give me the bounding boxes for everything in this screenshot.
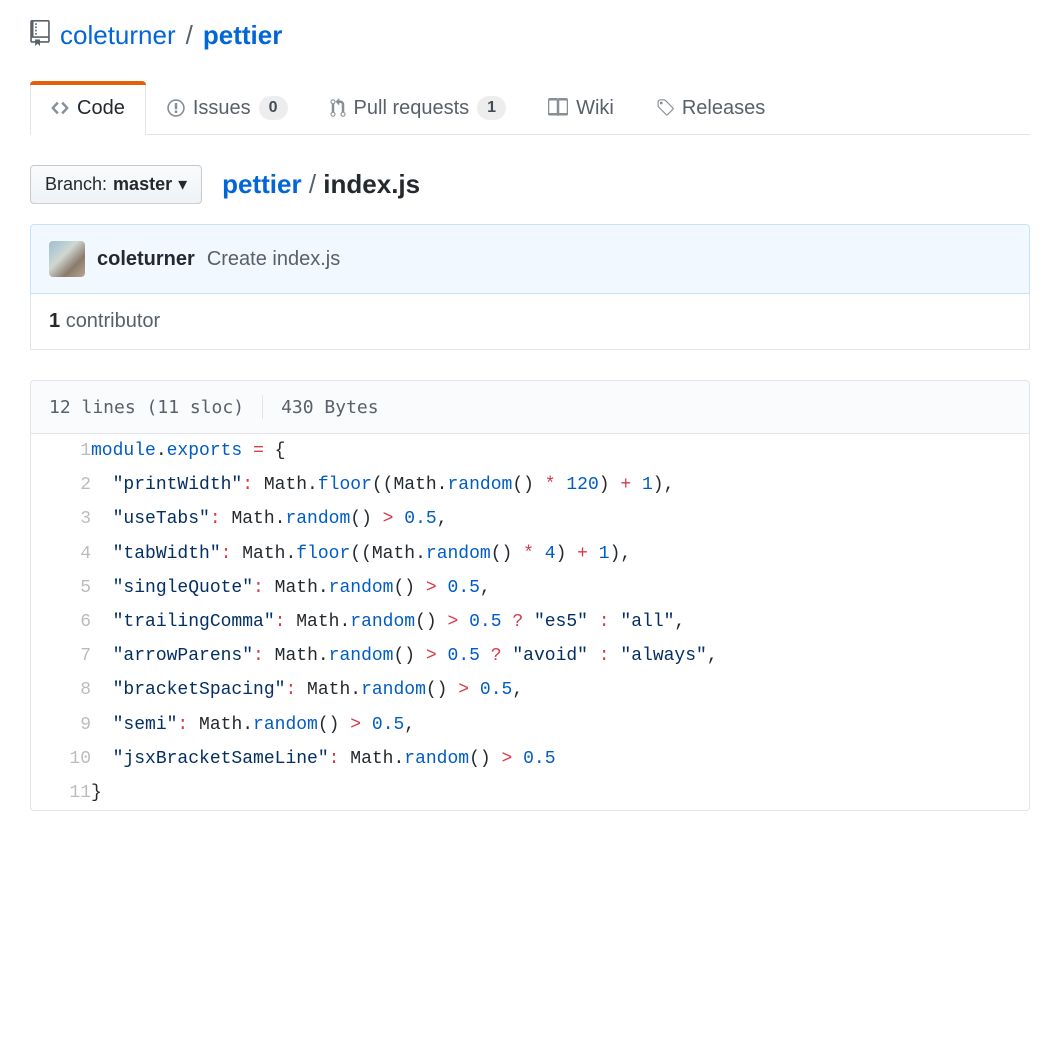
line-number[interactable]: 3 xyxy=(31,502,91,536)
line-content: "useTabs": Math.random() > 0.5, xyxy=(91,502,1029,536)
line-content: "printWidth": Math.floor((Math.random() … xyxy=(91,468,1029,502)
pulls-count: 1 xyxy=(477,96,506,120)
code-line: 5 "singleQuote": Math.random() > 0.5, xyxy=(31,571,1029,605)
line-number[interactable]: 4 xyxy=(31,537,91,571)
code-line: 6 "trailingComma": Math.random() > 0.5 ?… xyxy=(31,605,1029,639)
line-content: "bracketSpacing": Math.random() > 0.5, xyxy=(91,673,1029,707)
line-content: } xyxy=(91,776,1029,810)
tag-icon xyxy=(656,98,674,118)
contributors-count: 1 xyxy=(49,310,60,332)
line-content: module.exports = { xyxy=(91,434,1029,468)
commit-author-link[interactable]: coleturner xyxy=(97,248,195,271)
file-navigation: Branch: master ▾ pettier / index.js xyxy=(30,165,1030,204)
repo-header: coleturner / pettier xyxy=(30,20,1030,51)
repo-name-link[interactable]: pettier xyxy=(203,20,282,51)
code-line: 3 "useTabs": Math.random() > 0.5, xyxy=(31,502,1029,536)
branch-selector[interactable]: Branch: master ▾ xyxy=(30,165,202,204)
line-number[interactable]: 2 xyxy=(31,468,91,502)
tab-releases-label: Releases xyxy=(682,97,765,120)
line-content: "tabWidth": Math.floor((Math.random() * … xyxy=(91,537,1029,571)
line-number[interactable]: 8 xyxy=(31,673,91,707)
code-line: 2 "printWidth": Math.floor((Math.random(… xyxy=(31,468,1029,502)
issues-count: 0 xyxy=(259,96,288,120)
tab-pulls-label: Pull requests xyxy=(354,97,470,120)
file-lines: 12 lines (11 sloc) xyxy=(49,397,244,418)
line-content: "jsxBracketSameLine": Math.random() > 0.… xyxy=(91,742,1029,776)
branch-prefix: Branch: xyxy=(45,174,107,195)
tab-issues[interactable]: Issues 0 xyxy=(146,81,309,134)
line-content: "singleQuote": Math.random() > 0.5, xyxy=(91,571,1029,605)
line-content: "trailingComma": Math.random() > 0.5 ? "… xyxy=(91,605,1029,639)
wiki-icon xyxy=(548,98,568,118)
breadcrumb: pettier / index.js xyxy=(222,169,420,200)
file-header: 12 lines (11 sloc) 430 Bytes xyxy=(31,381,1029,434)
divider xyxy=(262,395,263,419)
tab-issues-label: Issues xyxy=(193,97,251,120)
contributors-label: contributor xyxy=(66,310,161,332)
code-line: 8 "bracketSpacing": Math.random() > 0.5, xyxy=(31,673,1029,707)
breadcrumb-root[interactable]: pettier xyxy=(222,169,301,199)
contributors-box: 1 contributor xyxy=(30,294,1030,350)
chevron-down-icon: ▾ xyxy=(178,174,187,195)
breadcrumb-file: index.js xyxy=(323,169,420,199)
tab-code-label: Code xyxy=(77,97,125,120)
issues-icon xyxy=(167,98,185,118)
tab-wiki[interactable]: Wiki xyxy=(527,81,635,134)
line-content: "semi": Math.random() > 0.5, xyxy=(91,708,1029,742)
tab-wiki-label: Wiki xyxy=(576,97,614,120)
file-viewer: 12 lines (11 sloc) 430 Bytes 1module.exp… xyxy=(30,380,1030,811)
line-number[interactable]: 1 xyxy=(31,434,91,468)
line-number[interactable]: 6 xyxy=(31,605,91,639)
repo-icon xyxy=(30,20,50,51)
commit-summary: coleturner Create index.js xyxy=(30,224,1030,294)
tabs: Code Issues 0 Pull requests 1 Wiki Relea… xyxy=(30,81,1030,135)
code-line: 9 "semi": Math.random() > 0.5, xyxy=(31,708,1029,742)
line-number[interactable]: 9 xyxy=(31,708,91,742)
code-line: 11} xyxy=(31,776,1029,810)
tab-releases[interactable]: Releases xyxy=(635,81,786,134)
branch-name: master xyxy=(113,174,172,195)
repo-separator: / xyxy=(186,20,193,51)
line-number[interactable]: 7 xyxy=(31,639,91,673)
repo-owner-link[interactable]: coleturner xyxy=(60,20,176,51)
tab-pulls[interactable]: Pull requests 1 xyxy=(309,81,528,134)
line-number[interactable]: 11 xyxy=(31,776,91,810)
line-content: "arrowParens": Math.random() > 0.5 ? "av… xyxy=(91,639,1029,673)
file-size: 430 Bytes xyxy=(281,397,379,418)
pull-request-icon xyxy=(330,98,346,118)
commit-message[interactable]: Create index.js xyxy=(207,248,340,271)
breadcrumb-separator: / xyxy=(309,169,323,199)
code-line: 1module.exports = { xyxy=(31,434,1029,468)
code-icon xyxy=(51,98,69,118)
tab-code[interactable]: Code xyxy=(30,81,146,135)
code-line: 4 "tabWidth": Math.floor((Math.random() … xyxy=(31,537,1029,571)
line-number[interactable]: 10 xyxy=(31,742,91,776)
code-line: 7 "arrowParens": Math.random() > 0.5 ? "… xyxy=(31,639,1029,673)
line-number[interactable]: 5 xyxy=(31,571,91,605)
code-line: 10 "jsxBracketSameLine": Math.random() >… xyxy=(31,742,1029,776)
code-table: 1module.exports = {2 "printWidth": Math.… xyxy=(31,434,1029,810)
avatar[interactable] xyxy=(49,241,85,277)
